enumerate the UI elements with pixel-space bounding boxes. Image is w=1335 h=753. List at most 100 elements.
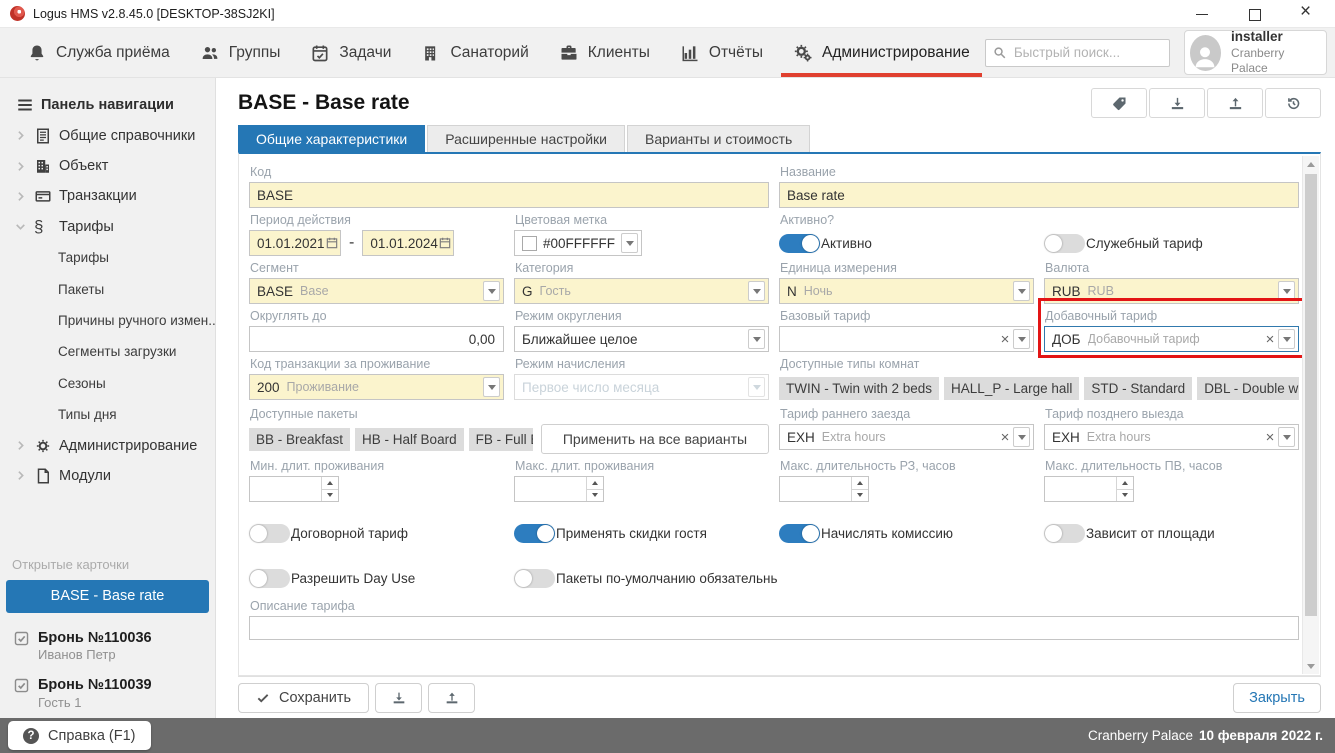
early-checkin-rate-select[interactable]: EXH Extra hours (779, 424, 1034, 450)
search-input[interactable] (985, 39, 1170, 67)
min-stay-stepper[interactable] (249, 476, 339, 502)
service-rate-toggle[interactable] (1044, 234, 1085, 253)
clear-icon[interactable] (1262, 429, 1278, 446)
vertical-scrollbar[interactable] (1302, 156, 1319, 674)
round-to-input[interactable]: 0,00 (249, 326, 504, 352)
spin-up-icon[interactable] (1117, 477, 1133, 490)
calendar-icon[interactable] (325, 236, 339, 250)
spin-down-icon[interactable] (852, 490, 868, 502)
maximize-button[interactable] (1247, 7, 1261, 21)
close-window-button[interactable] (1299, 7, 1313, 21)
save-button[interactable]: Сохранить (238, 683, 369, 713)
chip[interactable]: TWIN - Twin with 2 beds (779, 377, 939, 400)
clear-icon[interactable] (997, 331, 1013, 348)
download-button[interactable] (375, 683, 422, 713)
chevron-down-icon[interactable] (748, 329, 765, 349)
clear-icon[interactable] (1262, 331, 1278, 348)
scrollbar-thumb[interactable] (1305, 174, 1317, 616)
chevron-down-icon[interactable] (483, 377, 500, 397)
area-dependent-toggle[interactable] (1044, 524, 1085, 543)
contract-rate-toggle[interactable] (249, 524, 290, 543)
download-button[interactable] (1149, 88, 1205, 118)
nav-clients[interactable]: Клиенты (544, 28, 665, 77)
chevron-right-icon[interactable] (14, 190, 27, 203)
chevron-down-icon[interactable] (1278, 427, 1295, 447)
spin-up-icon[interactable] (852, 477, 868, 490)
chevron-down-icon[interactable] (1278, 281, 1295, 301)
spin-up-icon[interactable] (322, 477, 338, 490)
tab-general[interactable]: Общие характеристики (238, 125, 425, 152)
chevron-down-icon[interactable] (748, 281, 765, 301)
late-checkout-rate-select[interactable]: EXH Extra hours (1044, 424, 1299, 450)
tag-button[interactable] (1091, 88, 1147, 118)
chevron-right-icon[interactable] (14, 469, 27, 482)
spin-up-icon[interactable] (587, 477, 603, 490)
code-input[interactable]: BASE (249, 182, 769, 208)
sidebar-item-transactions[interactable]: Транзакции (0, 181, 215, 211)
chip[interactable]: HALL_P - Large hall (944, 377, 1079, 400)
apply-all-variants-button[interactable]: Применить на все варианты (541, 424, 769, 454)
chip[interactable]: DBL - Double with sing (1197, 377, 1299, 400)
segment-select[interactable]: BASE Base (249, 278, 504, 304)
round-mode-select[interactable]: Ближайшее целое (514, 326, 769, 352)
sidebar-item-seasons[interactable]: Сезоны (0, 368, 215, 399)
open-card-booking-110039[interactable]: Бронь №110039 Гость 1 (0, 670, 215, 718)
sidebar-item-load-segments[interactable]: Сегменты загрузки (0, 336, 215, 367)
spin-down-icon[interactable] (587, 490, 603, 502)
open-card-base-rate[interactable]: BASE - Base rate (6, 580, 209, 612)
sidebar-header[interactable]: Панель навигации (0, 90, 215, 120)
commission-toggle[interactable] (779, 524, 820, 543)
upload-button[interactable] (428, 683, 475, 713)
clear-icon[interactable] (997, 429, 1013, 446)
sidebar-item-tariffs[interactable]: Тарифы (0, 212, 215, 242)
chevron-down-icon[interactable] (1278, 329, 1295, 349)
chevron-right-icon[interactable] (14, 160, 27, 173)
period-to-input[interactable]: 01.01.2024 (362, 230, 454, 256)
chevron-down-icon[interactable] (1013, 427, 1030, 447)
chevron-down-icon[interactable] (14, 220, 27, 233)
base-rate-select[interactable] (779, 326, 1034, 352)
sidebar-item-modules[interactable]: Модули (0, 461, 215, 491)
default-packages-toggle[interactable] (514, 569, 555, 588)
sidebar-item-manual-change-reasons[interactable]: Причины ручного измен... (0, 305, 215, 336)
period-from-input[interactable]: 01.01.2021 (249, 230, 341, 256)
sidebar-item-day-types[interactable]: Типы дня (0, 399, 215, 430)
packages-chips[interactable]: BB - Breakfast HB - Half Board FB - Full… (249, 425, 533, 453)
spin-down-icon[interactable] (322, 490, 338, 502)
history-button[interactable] (1265, 88, 1321, 118)
max-early-hours-stepper[interactable] (779, 476, 869, 502)
max-late-hours-stepper[interactable] (1044, 476, 1134, 502)
help-button[interactable]: Справка (F1) (8, 721, 151, 750)
sidebar-item-packages[interactable]: Пакеты (0, 273, 215, 304)
chevron-right-icon[interactable] (14, 439, 27, 452)
name-input[interactable]: Base rate (779, 182, 1299, 208)
close-card-button[interactable]: Закрыть (1233, 683, 1321, 713)
nav-administration[interactable]: Администрирование (778, 28, 985, 77)
user-menu[interactable]: installer Cranberry Palace (1184, 30, 1327, 75)
chevron-down-icon[interactable] (1013, 329, 1030, 349)
tab-variants[interactable]: Варианты и стоимость (627, 125, 810, 152)
active-toggle[interactable] (779, 234, 820, 253)
hamburger-icon[interactable] (16, 96, 34, 114)
scroll-up-icon[interactable] (1303, 156, 1319, 172)
sidebar-item-administration[interactable]: Администрирование (0, 430, 215, 460)
sidebar-item-directories[interactable]: Общие справочники (0, 120, 215, 150)
calendar-icon[interactable] (438, 236, 452, 250)
nav-front-desk[interactable]: Служба приёма (12, 28, 185, 77)
sidebar-item-object[interactable]: Объект (0, 151, 215, 181)
stay-transaction-select[interactable]: 200 Проживание (249, 374, 504, 400)
upload-button[interactable] (1207, 88, 1263, 118)
chip[interactable]: STD - Standard (1084, 377, 1192, 400)
chip[interactable]: HB - Half Board (355, 428, 464, 451)
guest-discounts-toggle[interactable] (514, 524, 555, 543)
chevron-down-icon[interactable] (1013, 281, 1030, 301)
nav-sanatorium[interactable]: Санаторий (406, 28, 543, 77)
addon-rate-select[interactable]: ДОБ Добавочный тариф (1044, 326, 1299, 352)
minimize-button[interactable] (1195, 7, 1209, 21)
currency-select[interactable]: RUB RUB (1044, 278, 1299, 304)
color-mark-select[interactable]: #00FFFFFF (514, 230, 642, 256)
unit-select[interactable]: N Ночь (779, 278, 1034, 304)
open-card-booking-110036[interactable]: Бронь №110036 Иванов Петр (0, 623, 215, 671)
chip[interactable]: FB - Full Boar (469, 428, 533, 451)
room-types-chips[interactable]: TWIN - Twin with 2 beds HALL_P - Large h… (779, 374, 1299, 402)
